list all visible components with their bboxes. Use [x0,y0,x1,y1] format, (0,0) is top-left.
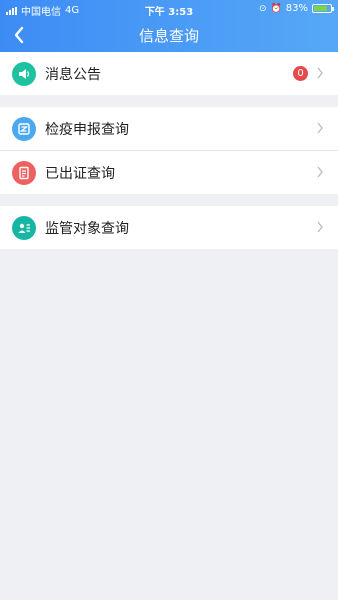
report-icon [12,117,36,141]
certificate-icon [12,161,36,185]
person-card-icon [12,216,36,240]
chevron-right-icon [317,221,323,233]
nav-bar: 信息查询 [0,18,338,52]
header-bar: 中国电信 4G 下午 3:53 ⊙ ⏰ 83% 信息查询 [0,0,338,52]
menu-item-label: 已出证查询 [45,166,115,182]
status-bar: 中国电信 4G 下午 3:53 ⊙ ⏰ 83% [0,0,338,18]
menu-item-supervision[interactable]: 监管对象查询 [0,206,338,249]
unread-count-badge: 0 [293,66,308,81]
menu-group-supervision: 监管对象查询 [0,206,338,249]
battery-level-fill [314,6,328,11]
alarm-icon: ⏰ [270,3,282,14]
menu-item-quarantine-report[interactable]: 检疫申报查询 [0,107,338,150]
status-right: ⊙ ⏰ 83% [259,3,334,14]
menu-item-label: 检疫申报查询 [45,122,129,138]
speaker-icon [12,62,36,86]
menu-item-label: 消息公告 [45,67,101,83]
menu-item-label: 监管对象查询 [45,221,129,237]
menu-group-queries: 检疫申报查询 已出证查询 [0,107,338,194]
menu-item-certificates[interactable]: 已出证查询 [0,150,338,193]
menu-item-notices[interactable]: 消息公告 0 [0,52,338,95]
battery-percent: 83% [285,3,308,14]
chevron-right-icon [317,122,323,134]
orientation-lock-icon: ⊙ [259,3,267,14]
chevron-right-icon [317,166,323,178]
menu-group-notices: 消息公告 0 [0,52,338,95]
chevron-right-icon [317,67,323,79]
page-title: 信息查询 [138,27,199,45]
battery-icon [312,4,334,13]
